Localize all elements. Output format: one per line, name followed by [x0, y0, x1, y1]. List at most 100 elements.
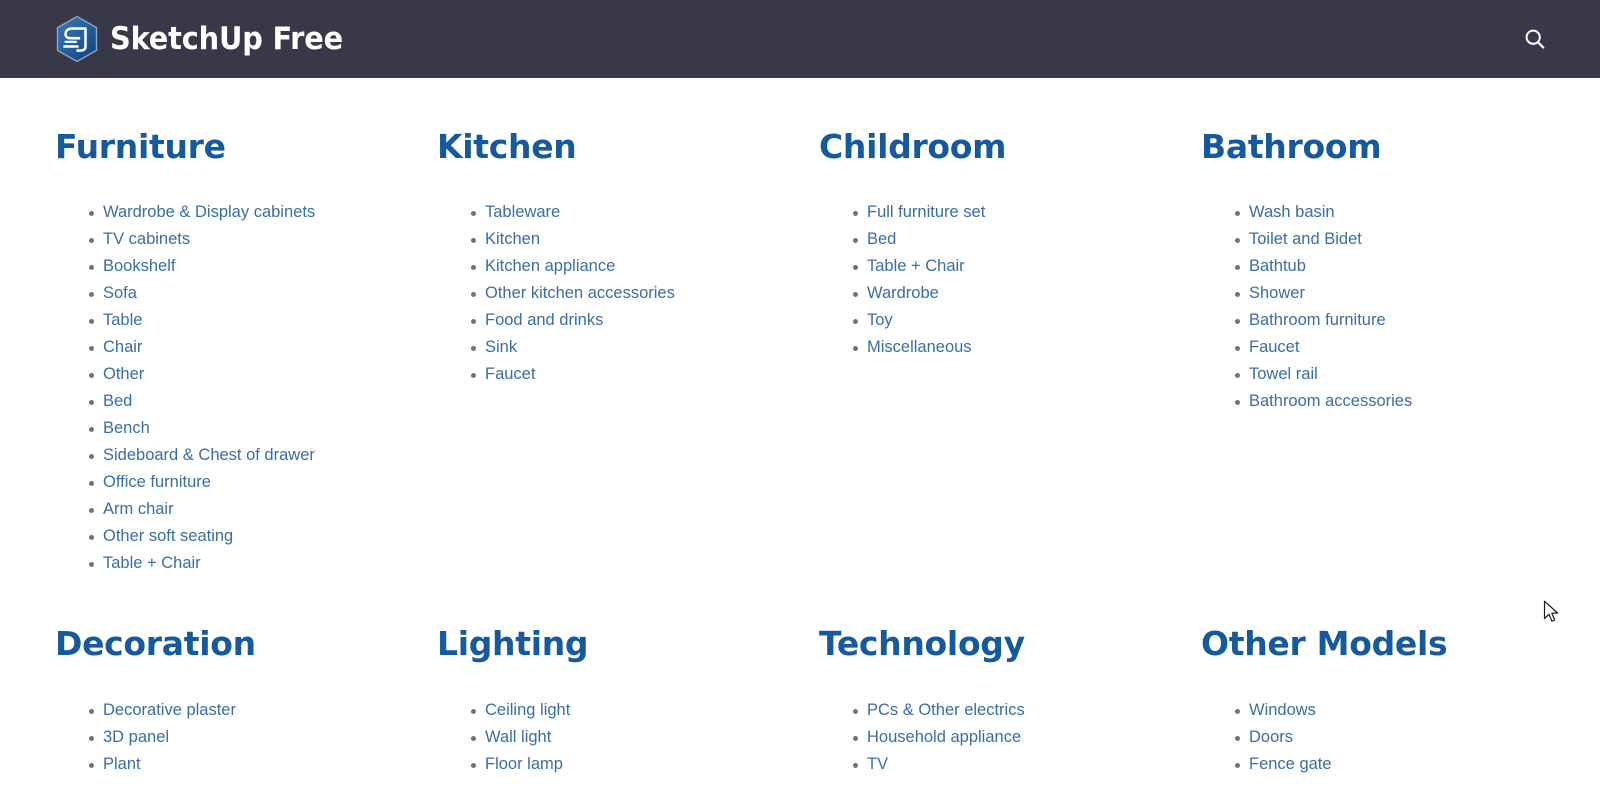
category-link-3d-panel[interactable]: 3D panel — [103, 728, 169, 746]
list-item: Doors — [1235, 724, 1583, 751]
category-link-sink[interactable]: Sink — [485, 338, 517, 356]
category-link-bed[interactable]: Bed — [103, 392, 132, 410]
category-link-household-appliance[interactable]: Household appliance — [867, 728, 1021, 746]
category-title-bathroom: Bathroom — [1201, 127, 1382, 166]
list-item: Food and drinks — [471, 307, 819, 334]
category-row-2: Decoration Decorative plaster 3D panel P… — [0, 577, 1568, 777]
category-link-bathroom-accessories[interactable]: Bathroom accessories — [1249, 392, 1412, 410]
category-link-ceiling-light[interactable]: Ceiling light — [485, 701, 570, 719]
category-link-towel-rail[interactable]: Towel rail — [1249, 365, 1318, 383]
category-list-bathroom: Wash basin Toilet and Bidet Bathtub Show… — [1201, 199, 1583, 415]
category-link-fence-gate[interactable]: Fence gate — [1249, 755, 1332, 773]
category-column-other-models: Other Models Windows Doors Fence gate — [1201, 624, 1583, 778]
category-link-bathroom-furniture[interactable]: Bathroom furniture — [1249, 311, 1386, 329]
category-link-tableware[interactable]: Tableware — [485, 203, 560, 221]
list-item: Tableware — [471, 199, 819, 226]
brand-name: SketchUp Free — [110, 20, 343, 57]
list-item: Ceiling light — [471, 697, 819, 724]
category-column-technology: Technology PCs & Other electrics Househo… — [819, 624, 1201, 778]
brand-logo-link[interactable]: SketchUp Free — [55, 15, 361, 63]
category-link-bathtub[interactable]: Bathtub — [1249, 257, 1306, 275]
category-link-chair[interactable]: Chair — [103, 338, 142, 356]
category-link-kitchen-appliance[interactable]: Kitchen appliance — [485, 257, 615, 275]
category-list-lighting: Ceiling light Wall light Floor lamp — [437, 697, 819, 778]
list-item: Plant — [89, 751, 437, 778]
list-item: Table — [89, 307, 437, 334]
list-item: Table + Chair — [89, 550, 437, 577]
category-link-faucet[interactable]: Faucet — [485, 365, 535, 383]
category-link-doors[interactable]: Doors — [1249, 728, 1293, 746]
category-link-faucet[interactable]: Faucet — [1249, 338, 1299, 356]
list-item: Table + Chair — [853, 253, 1201, 280]
category-list-kitchen: Tableware Kitchen Kitchen appliance Othe… — [437, 199, 819, 388]
category-link-bench[interactable]: Bench — [103, 419, 150, 437]
category-link-wall-light[interactable]: Wall light — [485, 728, 551, 746]
category-link-pcs-other-electrics[interactable]: PCs & Other electrics — [867, 701, 1025, 719]
category-link-shower[interactable]: Shower — [1249, 284, 1305, 302]
category-link-table-plus-chair[interactable]: Table + Chair — [867, 257, 965, 275]
category-link-tv[interactable]: TV — [867, 755, 888, 773]
category-link-other-soft-seating[interactable]: Other soft seating — [103, 527, 233, 545]
list-item: Bookshelf — [89, 253, 437, 280]
category-link-wardrobe-display-cabinets[interactable]: Wardrobe & Display cabinets — [103, 203, 315, 221]
category-link-toilet-and-bidet[interactable]: Toilet and Bidet — [1249, 230, 1362, 248]
list-item: 3D panel — [89, 724, 437, 751]
category-list-childroom: Full furniture set Bed Table + Chair War… — [819, 199, 1201, 361]
category-link-bookshelf[interactable]: Bookshelf — [103, 257, 175, 275]
list-item: Toy — [853, 307, 1201, 334]
list-item: Arm chair — [89, 496, 437, 523]
category-link-bed[interactable]: Bed — [867, 230, 896, 248]
category-link-other-kitchen-accessories[interactable]: Other kitchen accessories — [485, 284, 675, 302]
list-item: Toilet and Bidet — [1235, 226, 1583, 253]
list-item: Windows — [1235, 697, 1583, 724]
category-link-full-furniture-set[interactable]: Full furniture set — [867, 203, 985, 221]
list-item: Faucet — [471, 361, 819, 388]
list-item: Full furniture set — [853, 199, 1201, 226]
category-link-kitchen[interactable]: Kitchen — [485, 230, 540, 248]
category-column-lighting: Lighting Ceiling light Wall light Floor … — [437, 625, 819, 778]
category-link-table-plus-chair[interactable]: Table + Chair — [103, 554, 201, 572]
list-item: Fence gate — [1235, 751, 1583, 778]
category-link-toy[interactable]: Toy — [867, 311, 893, 329]
category-title-furniture: Furniture — [55, 127, 226, 166]
list-item: Bed — [853, 226, 1201, 253]
list-item: TV — [853, 751, 1201, 778]
list-item: Sofa — [89, 280, 437, 307]
list-item: Bathroom accessories — [1235, 388, 1583, 415]
category-link-sofa[interactable]: Sofa — [103, 284, 137, 302]
list-item: Office furniture — [89, 469, 437, 496]
category-column-kitchen: Kitchen Tableware Kitchen Kitchen applia… — [437, 128, 819, 577]
list-item: Decorative plaster — [89, 697, 437, 724]
category-title-other-models: Other Models — [1201, 624, 1448, 664]
category-link-sideboard-chest-of-drawer[interactable]: Sideboard & Chest of drawer — [103, 446, 315, 464]
site-header: SketchUp Free — [0, 0, 1600, 78]
category-link-arm-chair[interactable]: Arm chair — [103, 500, 174, 518]
category-link-wash-basin[interactable]: Wash basin — [1249, 203, 1335, 221]
search-icon — [1523, 27, 1547, 51]
sketchup-hexagon-logo-icon — [55, 15, 99, 63]
category-link-floor-lamp[interactable]: Floor lamp — [485, 755, 563, 773]
list-item: Wall light — [471, 724, 819, 751]
list-item: TV cabinets — [89, 226, 437, 253]
list-item: Other kitchen accessories — [471, 280, 819, 307]
category-title-technology: Technology — [819, 624, 1025, 664]
search-button[interactable] — [1518, 22, 1552, 56]
category-link-wardrobe[interactable]: Wardrobe — [867, 284, 939, 302]
category-link-office-furniture[interactable]: Office furniture — [103, 473, 211, 491]
category-link-table[interactable]: Table — [103, 311, 142, 329]
category-link-decorative-plaster[interactable]: Decorative plaster — [103, 701, 236, 719]
category-link-tv-cabinets[interactable]: TV cabinets — [103, 230, 190, 248]
category-link-windows[interactable]: Windows — [1249, 701, 1316, 719]
list-item: Other — [89, 361, 437, 388]
category-link-food-and-drinks[interactable]: Food and drinks — [485, 311, 603, 329]
category-link-miscellaneous[interactable]: Miscellaneous — [867, 338, 972, 356]
category-link-other[interactable]: Other — [103, 365, 144, 383]
category-list-decoration: Decorative plaster 3D panel Plant — [55, 697, 437, 778]
category-link-plant[interactable]: Plant — [103, 755, 141, 773]
category-column-bathroom: Bathroom Wash basin Toilet and Bidet Bat… — [1201, 127, 1583, 577]
category-title-childroom: Childroom — [819, 127, 1007, 166]
category-list-furniture: Wardrobe & Display cabinets TV cabinets … — [55, 199, 437, 577]
